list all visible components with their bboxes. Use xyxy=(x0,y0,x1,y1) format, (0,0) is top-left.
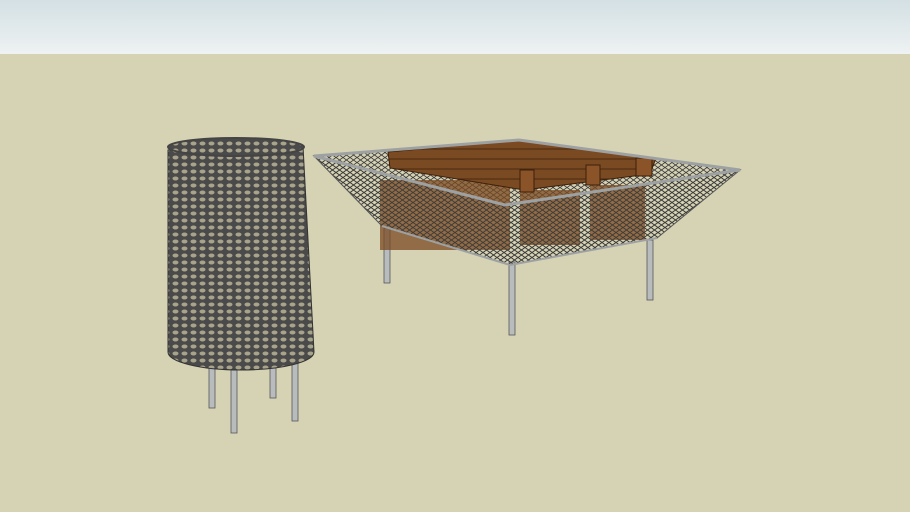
ground xyxy=(0,54,910,512)
3d-viewport[interactable] xyxy=(0,0,910,512)
sky xyxy=(0,0,910,54)
basket-body xyxy=(167,145,315,371)
basket-rim xyxy=(167,137,305,157)
